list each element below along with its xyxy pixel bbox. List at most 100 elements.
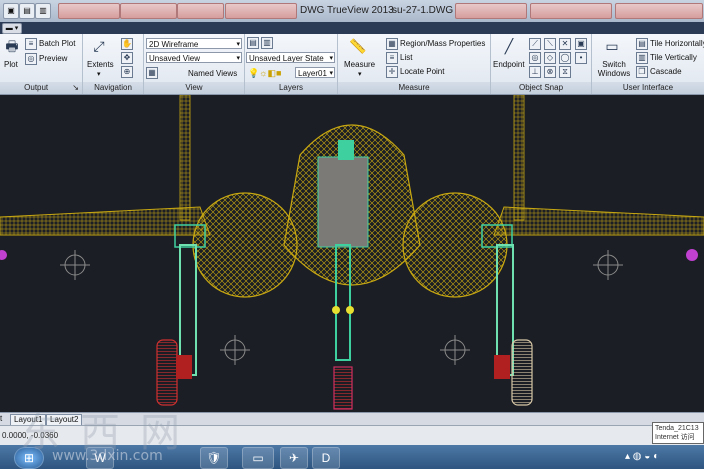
tangent-snap-icon[interactable]: ◯ <box>559 52 571 64</box>
layer-select[interactable]: Layer01 ▾ <box>295 67 335 78</box>
snap-settings-icon[interactable]: ▣ <box>575 38 587 50</box>
perpendicular-snap-icon[interactable]: ⊥ <box>529 66 541 78</box>
save-icon[interactable]: ▣ <box>3 3 19 19</box>
model-tab-stub[interactable]: t <box>0 414 8 424</box>
nose-light <box>346 306 354 314</box>
nose-gear-bay <box>317 156 369 248</box>
batch-plot-icon: ≡ <box>25 38 37 50</box>
application-menu-button[interactable]: ▬ ▾ <box>2 23 22 34</box>
chevron-down-icon[interactable]: ▾ <box>97 70 101 78</box>
tooltip-network-name: Tenda_21C13 <box>655 425 699 432</box>
pan-icon[interactable]: ✋ <box>121 38 133 50</box>
orbit-icon[interactable]: ✥ <box>121 52 133 64</box>
tray-icons[interactable]: ▴ ◍ ◒ ◐ <box>625 451 659 462</box>
panel-label-view: View <box>144 82 244 94</box>
switch-windows-icon[interactable]: ▭ <box>602 37 622 57</box>
panel-object-snap: ╱ Endpoint ⟋ ⟍ ✕ ◎ ◇ ◯ ⊥ ⊗ ⧖ ▣ • Object … <box>491 34 592 94</box>
left-main-wheel <box>156 339 178 406</box>
saved-view-select[interactable]: Unsaved View ▾ <box>146 52 242 63</box>
panel-label-layers: Layers <box>245 82 337 94</box>
preview-button[interactable]: Preview <box>39 54 67 63</box>
endpoint-icon[interactable]: ╱ <box>499 37 519 57</box>
window-title: DWG TrueView 2013 <box>300 5 394 16</box>
dwg-trueview-taskbar-icon[interactable]: D <box>312 447 340 469</box>
tooltip-network-status: Internet 访问 <box>655 434 695 441</box>
lightbulb-icon[interactable]: 💡☼◧■ <box>248 68 281 79</box>
chevron-down-icon[interactable]: ▾ <box>358 70 362 78</box>
canopy <box>338 140 354 160</box>
monitor-taskbar-icon[interactable]: ▭ <box>242 447 274 469</box>
visual-style-select[interactable]: 2D Wireframe ▾ <box>146 38 242 49</box>
right-wing <box>493 206 704 236</box>
left-brake <box>176 355 192 379</box>
tile-vertical-icon: ▥ <box>636 52 648 64</box>
midpoint-snap-icon[interactable]: ⟋ <box>529 38 541 50</box>
cascade-button[interactable]: Cascade <box>650 67 682 76</box>
batch-plot-button[interactable]: Batch Plot <box>39 39 75 48</box>
panel-measure: 📏 Measure ▾ ▦ Region/Mass Properties ≡ L… <box>338 34 491 94</box>
right-main-wheel <box>511 339 533 406</box>
named-views-icon: ▦ <box>146 67 158 79</box>
left-wing <box>0 206 211 236</box>
panel-user-interface: ▭ Switch Windows ▤ Tile Horizontally ▥ T… <box>592 34 704 94</box>
extents-icon[interactable]: ⤢ <box>89 37 109 57</box>
open-icon[interactable]: ▤ <box>19 3 35 19</box>
snap-more-icon[interactable]: • <box>575 52 587 64</box>
print-icon[interactable]: ▥ <box>35 3 51 19</box>
layer-state-select[interactable]: Unsaved Layer State ▾ <box>246 52 335 63</box>
intersection-snap-icon[interactable]: ⟍ <box>544 38 556 50</box>
region-mass-button[interactable]: Region/Mass Properties <box>400 39 485 48</box>
panel-view: 2D Wireframe ▾ Unsaved View ▾ ▦ Named View… <box>144 34 245 94</box>
panel-label-navigation: Navigation <box>83 82 143 94</box>
network-tooltip: Tenda_21C13 Internet 访问 <box>652 422 704 444</box>
cascade-icon: ❐ <box>636 66 648 78</box>
measure-icon[interactable]: 📏 <box>348 37 368 57</box>
watermark-site: www.3dxin.com <box>52 448 163 464</box>
drawing-canvas[interactable] <box>0 95 704 412</box>
panel-output: 🖶 Plot ≡ Batch Plot ◎ Preview Output ↘ <box>0 34 83 94</box>
layer-state-icon[interactable]: ▥ <box>261 37 273 49</box>
named-views-button[interactable]: Named Views <box>188 69 237 78</box>
panel-label-user-interface: User Interface <box>592 82 704 94</box>
panel-label-object-snap: Object Snap <box>491 82 591 94</box>
browser-tab[interactable] <box>120 3 177 19</box>
switch-windows-button[interactable]: Switch Windows <box>594 60 634 78</box>
browser-tab[interactable] <box>58 3 120 19</box>
tile-vertically-button[interactable]: Tile Vertically <box>650 53 697 62</box>
tile-horizontally-button[interactable]: Tile Horizontally <box>650 39 704 48</box>
panel-layers: ▤ ▥ Unsaved Layer State ▾ 💡☼◧■ Layer01 ▾ L… <box>245 34 338 94</box>
browser-tab[interactable] <box>530 3 612 19</box>
file-name: su-27-1.DWG <box>392 5 454 16</box>
browser-tab[interactable] <box>177 3 224 19</box>
measure-button[interactable]: Measure <box>344 60 375 69</box>
plot-icon[interactable]: 🖶 <box>2 37 22 57</box>
menu-strip: ▬ ▾ <box>0 22 704 34</box>
apparent-snap-icon[interactable]: ✕ <box>559 38 571 50</box>
nearest-snap-icon[interactable]: ⧖ <box>559 66 571 78</box>
endpoint-button[interactable]: Endpoint <box>493 60 525 69</box>
browser-tab[interactable] <box>225 3 297 19</box>
locate-point-icon: ✛ <box>386 66 398 78</box>
locate-point-button[interactable]: Locate Point <box>400 67 444 76</box>
browser-tab[interactable] <box>455 3 527 19</box>
left-tail-fin <box>179 95 191 221</box>
nose-wheel <box>333 366 353 410</box>
nose-light <box>332 306 340 314</box>
node-snap-icon[interactable]: ⊗ <box>544 66 556 78</box>
tile-horizontal-icon: ▤ <box>636 38 648 50</box>
right-brake <box>494 355 510 379</box>
quadrant-snap-icon[interactable]: ◇ <box>544 52 556 64</box>
wingtip-marker-right <box>686 249 698 261</box>
plane-taskbar-icon[interactable]: ✈ <box>280 447 308 469</box>
steering-icon[interactable]: ⊕ <box>121 66 133 78</box>
list-button[interactable]: List <box>400 53 412 62</box>
su27-wireframe-drawing <box>0 95 704 410</box>
center-snap-icon[interactable]: ◎ <box>529 52 541 64</box>
plot-button[interactable]: Plot <box>4 60 18 69</box>
shield-icon[interactable]: 🛡 <box>200 447 228 469</box>
browser-tab[interactable] <box>615 3 703 19</box>
wingtip-marker-left <box>0 250 7 260</box>
extents-button[interactable]: Extents <box>87 60 114 69</box>
list-icon: ≡ <box>386 52 398 64</box>
layer-properties-icon[interactable]: ▤ <box>247 37 259 49</box>
